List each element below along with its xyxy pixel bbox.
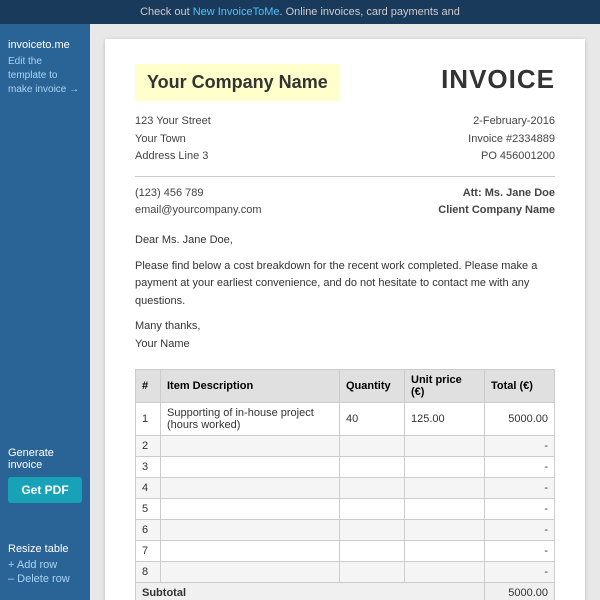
invoice-date[interactable]: 2-February-2016 (468, 113, 555, 131)
invoice-table-footer: Subtotal 5000.00 Sales Tax (20%) 1000.00… (136, 582, 555, 600)
col-header-unit: Unit price (€) (405, 369, 485, 402)
sender-contact: (123) 456 789 email@yourcompany.com (135, 185, 262, 220)
get-pdf-button[interactable]: Get PDF (8, 477, 82, 503)
invoice-page: Your Company Name INVOICE 123 Your Stree… (105, 39, 585, 600)
row-desc[interactable] (161, 435, 340, 456)
sender-email[interactable]: email@yourcompany.com (135, 202, 262, 220)
invoice-meta: 2-February-2016 Invoice #2334889 PO 4560… (468, 113, 555, 166)
row-num[interactable]: 2 (136, 435, 161, 456)
row-desc[interactable]: Supporting of in-house project (hours wo… (161, 402, 340, 435)
row-desc[interactable] (161, 498, 340, 519)
invoice-area: Your Company Name INVOICE 123 Your Stree… (90, 24, 600, 600)
row-total[interactable]: - (485, 456, 555, 477)
invoice-po[interactable]: PO 456001200 (468, 148, 555, 166)
table-row: 1Supporting of in-house project (hours w… (136, 402, 555, 435)
table-row: 3- (136, 456, 555, 477)
row-unit[interactable] (405, 498, 485, 519)
table-row: 6- (136, 519, 555, 540)
sender-phone[interactable]: (123) 456 789 (135, 185, 262, 203)
sidebar: invoiceto.me Edit the template to make i… (0, 24, 90, 600)
table-row: 4- (136, 477, 555, 498)
invoice-title: INVOICE (441, 64, 555, 95)
row-qty[interactable] (340, 435, 405, 456)
invoice-table: # Item Description Quantity Unit price (… (135, 369, 555, 600)
sender-info: 123 Your Street Your Town Address Line 3 (135, 113, 211, 166)
sender-street[interactable]: 123 Your Street (135, 113, 211, 131)
row-qty[interactable] (340, 498, 405, 519)
contact-row: (123) 456 789 email@yourcompany.com Att:… (135, 185, 555, 220)
invoice-number[interactable]: Invoice #2334889 (468, 131, 555, 149)
table-row: 8- (136, 561, 555, 582)
row-total[interactable]: - (485, 435, 555, 456)
col-header-num: # (136, 369, 161, 402)
row-desc[interactable] (161, 519, 340, 540)
generate-invoice-label: Generate invoice (8, 447, 82, 471)
row-desc[interactable] (161, 477, 340, 498)
letter-body: Dear Ms. Jane Doe, Please find below a c… (135, 232, 555, 354)
row-num[interactable]: 4 (136, 477, 161, 498)
subtotal-value: 5000.00 (485, 582, 555, 600)
row-num[interactable]: 5 (136, 498, 161, 519)
banner-text: Check out (140, 6, 193, 18)
row-desc[interactable] (161, 561, 340, 582)
row-unit[interactable]: 125.00 (405, 402, 485, 435)
row-num[interactable]: 1 (136, 402, 161, 435)
row-num[interactable]: 6 (136, 519, 161, 540)
col-header-total: Total (€) (485, 369, 555, 402)
letter-body-text[interactable]: Please find below a cost breakdown for t… (135, 258, 555, 311)
invoice-table-body: 1Supporting of in-house project (hours w… (136, 402, 555, 582)
row-desc[interactable] (161, 456, 340, 477)
col-header-qty: Quantity (340, 369, 405, 402)
row-unit[interactable] (405, 435, 485, 456)
row-total[interactable]: - (485, 477, 555, 498)
recipient-info: Att: Ms. Jane Doe Client Company Name (438, 185, 555, 220)
table-row: 7- (136, 540, 555, 561)
row-unit[interactable] (405, 561, 485, 582)
row-unit[interactable] (405, 540, 485, 561)
row-num[interactable]: 8 (136, 561, 161, 582)
table-row: 2- (136, 435, 555, 456)
letter-signoff: Many thanks, Your Name (135, 318, 555, 353)
sidebar-edit-link[interactable]: Edit the template to make invoice → (8, 55, 82, 97)
sender-town[interactable]: Your Town (135, 131, 211, 149)
row-qty[interactable] (340, 456, 405, 477)
row-desc[interactable] (161, 540, 340, 561)
row-num[interactable]: 7 (136, 540, 161, 561)
subtotal-row: Subtotal 5000.00 (136, 582, 555, 600)
top-banner: Check out New InvoiceToMe. Online invoic… (0, 0, 600, 24)
subtotal-label: Subtotal (136, 582, 485, 600)
row-total[interactable]: 5000.00 (485, 402, 555, 435)
banner-link[interactable]: New InvoiceToMe (193, 6, 280, 18)
row-qty[interactable] (340, 519, 405, 540)
row-total[interactable]: - (485, 498, 555, 519)
divider (135, 176, 555, 177)
banner-text-after: . Online invoices, card payments and (280, 6, 460, 18)
row-unit[interactable] (405, 519, 485, 540)
recipient-att[interactable]: Att: Ms. Jane Doe (438, 185, 555, 203)
delete-row-link[interactable]: – Delete row (8, 573, 82, 585)
row-qty[interactable] (340, 477, 405, 498)
table-row: 5- (136, 498, 555, 519)
row-num[interactable]: 3 (136, 456, 161, 477)
sidebar-logo: invoiceto.me (8, 39, 82, 51)
row-qty[interactable] (340, 561, 405, 582)
row-unit[interactable] (405, 456, 485, 477)
table-header-row: # Item Description Quantity Unit price (… (136, 369, 555, 402)
recipient-company[interactable]: Client Company Name (438, 202, 555, 220)
add-row-link[interactable]: + Add row (8, 559, 82, 571)
company-name[interactable]: Your Company Name (135, 64, 340, 101)
row-qty[interactable] (340, 540, 405, 561)
address-details: 123 Your Street Your Town Address Line 3… (135, 113, 555, 166)
resize-table-label: Resize table (8, 543, 82, 555)
letter-greeting: Dear Ms. Jane Doe, (135, 232, 555, 250)
row-total[interactable]: - (485, 519, 555, 540)
invoice-header: Your Company Name INVOICE (135, 64, 555, 101)
row-total[interactable]: - (485, 540, 555, 561)
col-header-desc: Item Description (161, 369, 340, 402)
row-qty[interactable]: 40 (340, 402, 405, 435)
sender-address3[interactable]: Address Line 3 (135, 148, 211, 166)
row-total[interactable]: - (485, 561, 555, 582)
row-unit[interactable] (405, 477, 485, 498)
